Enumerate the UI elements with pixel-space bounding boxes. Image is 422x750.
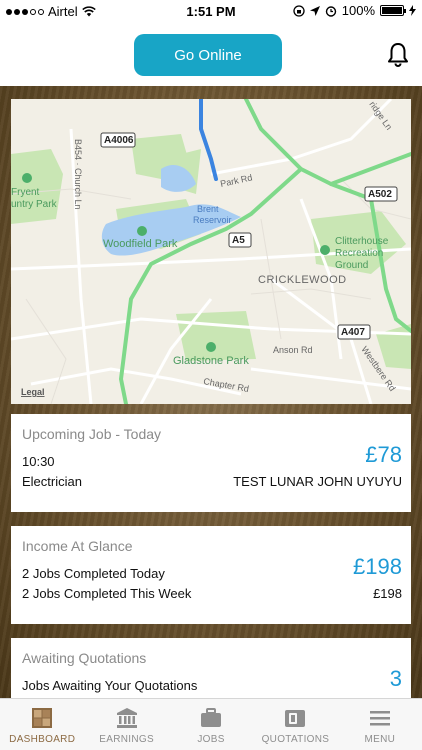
bell-icon[interactable] <box>386 42 410 68</box>
map-label-reservoir: Reservoir <box>193 215 232 225</box>
upcoming-job-time: 10:30 <box>22 454 55 469</box>
map-label-fryent-2: untry Park <box>11 199 58 210</box>
map-label-a4006: A4006 <box>104 135 134 146</box>
map-view[interactable]: A4006 A502 A5 A407 Fryent untry Park Woo… <box>11 99 411 404</box>
map-label-recreation: Recreation <box>335 248 383 259</box>
tab-earnings-label: EARNINGS <box>99 734 154 745</box>
map-label-ground: Ground <box>335 260 368 271</box>
map-label-clitterhouse: Clitterhouse <box>335 236 389 247</box>
income-jobs-week: 2 Jobs Completed This Week <box>22 586 192 601</box>
status-right: 100% <box>293 3 416 18</box>
map-label-church-ln: B454 · Church Ln <box>73 139 83 210</box>
hamburger-icon <box>369 711 390 726</box>
tab-jobs-label: JOBS <box>197 734 225 745</box>
map-label-park-rd: Park Rd <box>219 172 253 189</box>
orientation-lock-icon <box>293 4 305 17</box>
upcoming-job-customer: TEST LUNAR JOHN UYUYU <box>233 474 402 489</box>
tab-bar: DASHBOARD EARNINGS JOBS QUOTATIONS MENU <box>0 698 422 750</box>
upcoming-job-trade: Electrician <box>22 474 82 489</box>
income-card[interactable]: Income At Glance 2 Jobs Completed Today … <box>11 526 411 624</box>
wallet-icon <box>285 710 306 727</box>
tab-quotations[interactable]: QUOTATIONS <box>253 699 337 750</box>
tab-dashboard-label: DASHBOARD <box>9 734 76 745</box>
map-label-anson: Anson Rd <box>273 345 313 355</box>
income-amount-week: £198 <box>373 586 402 601</box>
map-label-woodfield: Woodfield Park <box>103 238 178 250</box>
upcoming-job-amount: £78 <box>365 442 402 467</box>
income-jobs-today: 2 Jobs Completed Today <box>22 566 165 581</box>
map-label-brent: Brent <box>197 204 219 214</box>
header: Go Online <box>0 24 422 86</box>
battery-percent: 100% <box>341 3 375 18</box>
tab-menu-label: MENU <box>364 734 396 745</box>
income-title: Income At Glance <box>22 538 133 554</box>
bank-icon <box>116 708 137 728</box>
map-label-a5: A5 <box>232 235 245 246</box>
quotations-count: 3 <box>389 666 402 691</box>
go-online-button[interactable]: Go Online <box>134 34 282 76</box>
upcoming-job-card[interactable]: Upcoming Job - Today 10:30 Electrician £… <box>11 414 411 512</box>
charging-icon <box>409 5 416 16</box>
map-label-fryent: Fryent <box>11 187 40 198</box>
battery-icon <box>380 5 406 16</box>
map-label-cricklewood: CRICKLEWOOD <box>258 274 347 286</box>
tab-menu[interactable]: MENU <box>338 699 422 750</box>
map-label-bridge-ln: ridge Ln <box>367 99 394 131</box>
status-bar: Airtel 1:51 PM 100% <box>0 0 422 24</box>
dashboard-content: A4006 A502 A5 A407 Fryent untry Park Woo… <box>0 86 422 698</box>
upcoming-job-title: Upcoming Job - Today <box>22 426 162 442</box>
map-label-gladstone: Gladstone Park <box>173 355 249 367</box>
alarm-icon <box>325 5 336 17</box>
tab-dashboard[interactable]: DASHBOARD <box>0 699 84 750</box>
dashboard-icon <box>32 708 53 728</box>
map-legal-link[interactable]: Legal <box>21 387 45 397</box>
quotations-line: Jobs Awaiting Your Quotations <box>22 678 198 693</box>
briefcase-icon <box>201 708 222 727</box>
income-amount-today: £198 <box>353 554 402 579</box>
tab-quotations-label: QUOTATIONS <box>261 734 330 745</box>
map-label-a407: A407 <box>341 327 365 338</box>
tab-jobs[interactable]: JOBS <box>169 699 253 750</box>
tab-earnings[interactable]: EARNINGS <box>84 699 168 750</box>
quotations-title: Awaiting Quotations <box>22 650 147 666</box>
quotations-card[interactable]: Awaiting Quotations Jobs Awaiting Your Q… <box>11 638 411 698</box>
map-label-a502: A502 <box>368 189 392 200</box>
location-icon <box>309 5 320 16</box>
